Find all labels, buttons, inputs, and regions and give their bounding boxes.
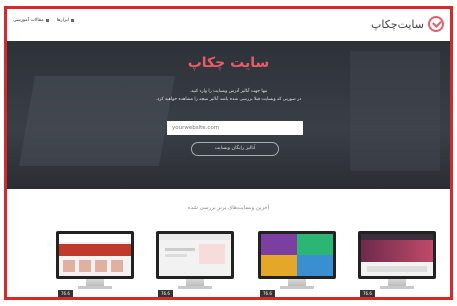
hero-title: سایت چکاپ bbox=[187, 55, 270, 71]
website-url-input[interactable] bbox=[167, 121, 303, 135]
brand[interactable]: سایت‌چکاپ bbox=[371, 14, 444, 34]
monitor-image bbox=[156, 231, 234, 279]
hero-section: سایت چکاپ تنها جهت آنالیز آدرس وبسایت را… bbox=[7, 41, 450, 189]
site-card[interactable]: 76.6 bbox=[56, 231, 134, 297]
score-badge: 76.6 bbox=[260, 290, 275, 297]
nav-item-label: مقالات آموزشی bbox=[13, 18, 44, 23]
nav-menu: ابزارها مقالات آموزشی bbox=[13, 18, 75, 23]
site-card[interactable]: 76.6 bbox=[358, 231, 436, 297]
recent-sites-title: آخرین وبسایت‌های برتر بررسی شده bbox=[187, 205, 270, 211]
recent-sites-list: 76.6 76.6 76.6 76.6 bbox=[7, 231, 450, 297]
hero-description: تنها جهت آنالیز آدرس وبسایت را وارد کنید… bbox=[189, 89, 268, 94]
nav-item-label: ابزارها bbox=[56, 18, 70, 23]
brand-name: سایت‌چکاپ bbox=[370, 17, 424, 31]
nav-item-articles[interactable]: مقالات آموزشی bbox=[13, 18, 49, 23]
site-card[interactable]: 76.6 bbox=[258, 231, 336, 297]
square-bullet-icon bbox=[71, 19, 75, 22]
monitor-image bbox=[258, 231, 336, 279]
score-badge: 76.6 bbox=[58, 290, 73, 297]
nav-item-tools[interactable]: ابزارها bbox=[56, 18, 75, 23]
site-screenshot bbox=[159, 234, 231, 276]
top-navbar: سایت‌چکاپ ابزارها مقالات آموزشی bbox=[7, 9, 450, 42]
analyze-website-button[interactable]: آنالیز رایگان وبسایت bbox=[191, 142, 279, 156]
score-badge: 76.6 bbox=[158, 290, 173, 297]
hero-description-secondary: در صورتی که وبسایت قبلا بررسی شده باشد آ… bbox=[155, 97, 302, 102]
site-screenshot bbox=[261, 234, 333, 276]
score-badge: 76.6 bbox=[360, 290, 375, 297]
site-card[interactable]: 76.6 bbox=[156, 231, 234, 297]
square-bullet-icon bbox=[45, 19, 49, 22]
monitor-image bbox=[358, 231, 436, 279]
monitor-image bbox=[56, 231, 134, 279]
page-frame: سایت‌چکاپ ابزارها مقالات آموزشی سایت چکا… bbox=[4, 6, 453, 300]
site-screenshot bbox=[361, 234, 433, 276]
checkmark-circle-icon bbox=[428, 16, 444, 32]
site-screenshot bbox=[59, 234, 131, 276]
